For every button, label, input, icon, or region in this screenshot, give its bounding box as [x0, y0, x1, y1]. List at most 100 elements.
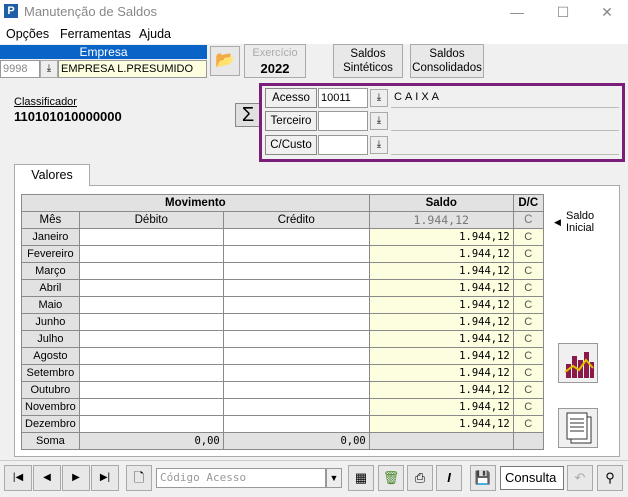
delete-button[interactable]: 🗑	[378, 465, 404, 491]
document-icon	[566, 412, 592, 444]
debito-cell[interactable]	[78, 245, 224, 263]
next-record-button[interactable]: ▶	[62, 465, 90, 491]
saldos-sinteticos-line2: Sintéticos	[343, 62, 393, 74]
debito-cell[interactable]	[78, 330, 224, 348]
soma-debito: 0,00	[78, 432, 224, 450]
tab-valores[interactable]: Valores	[14, 164, 90, 186]
saldo-cell: 1.944,12	[368, 415, 514, 433]
new-document-icon: 🗋	[133, 470, 145, 485]
credito-cell[interactable]	[222, 330, 370, 348]
classificador-label: Classificador	[14, 96, 77, 108]
download-arrow-icon: ⤓	[376, 92, 382, 103]
table-row: Outubro 1.944,12 C	[21, 381, 544, 399]
saldo-inicial-label: ◀ Saldo Inicial	[554, 210, 594, 234]
exercicio-box[interactable]: Exercício 2022	[244, 44, 306, 78]
saldo-cell: 1.944,12	[368, 279, 514, 297]
maximize-button[interactable]: ☐	[540, 0, 586, 24]
month-cell: Julho	[21, 330, 80, 348]
month-cell: Abril	[21, 279, 80, 297]
empresa-code-field[interactable]: 9998	[0, 60, 40, 78]
saldos-consolidados-line1: Saldos	[429, 48, 465, 60]
debito-cell[interactable]	[78, 381, 224, 399]
table-row: Fevereiro 1.944,12 C	[21, 245, 544, 263]
trash-icon: 🗑	[382, 470, 400, 485]
acesso-label: Acesso	[265, 88, 317, 108]
sigma-button[interactable]: Σ	[235, 103, 261, 127]
acesso-input[interactable]: 10011	[318, 88, 368, 108]
terceiro-input[interactable]	[318, 111, 368, 131]
download-arrow-icon: ⤓	[376, 139, 382, 150]
chart-button[interactable]	[558, 343, 598, 383]
terceiro-dropdown-button[interactable]: ⤓	[370, 112, 388, 130]
soma-dc	[512, 432, 544, 450]
custo-input[interactable]	[318, 135, 368, 155]
saldo-cell: 1.944,12	[368, 228, 514, 246]
debito-cell[interactable]	[78, 262, 224, 280]
close-button[interactable]: ✕	[584, 0, 628, 24]
credito-cell[interactable]	[222, 262, 370, 280]
codigo-acesso-dropdown[interactable]: ▼	[326, 468, 342, 488]
credito-cell[interactable]	[222, 296, 370, 314]
saldos-sinteticos-line1: Saldos	[350, 48, 386, 60]
credito-cell[interactable]	[222, 398, 370, 416]
new-record-button[interactable]: 🗋	[126, 465, 152, 491]
month-cell: Janeiro	[21, 228, 80, 246]
table-row: Março 1.944,12 C	[21, 262, 544, 280]
credito-cell[interactable]	[222, 279, 370, 297]
classificador-value: 110101010000000	[14, 109, 122, 124]
acesso-dropdown-button[interactable]: ⤓	[370, 89, 388, 107]
debito-cell[interactable]	[78, 296, 224, 314]
saldo-cell: 1.944,12	[368, 296, 514, 314]
chevron-down-icon: ▼	[329, 473, 339, 483]
saldo-cell: 1.944,12	[368, 347, 514, 365]
debito-cell[interactable]	[78, 415, 224, 433]
debito-cell[interactable]	[78, 347, 224, 365]
menu-ajuda[interactable]: Ajuda	[139, 27, 171, 41]
calculate-button[interactable]: ▦	[348, 465, 374, 491]
print-button[interactable]: ⎙	[407, 465, 433, 491]
last-record-button[interactable]: ▶|	[91, 465, 119, 491]
table-row: Novembro 1.944,12 C	[21, 398, 544, 416]
previous-record-button[interactable]: ◀	[33, 465, 61, 491]
debito-cell[interactable]	[78, 228, 224, 246]
debito-cell[interactable]	[78, 279, 224, 297]
saldo-cell: 1.944,12	[368, 398, 514, 416]
minimize-button[interactable]: —	[494, 0, 540, 24]
table-row: Agosto 1.944,12 C	[21, 347, 544, 365]
credito-cell[interactable]	[222, 245, 370, 263]
report-button[interactable]	[558, 408, 598, 448]
menu-ferramentas[interactable]: Ferramentas	[60, 27, 131, 41]
first-record-button[interactable]: |◀	[4, 465, 32, 491]
info-button[interactable]: I	[436, 465, 462, 491]
mes-header: Mês	[21, 211, 80, 229]
last-icon: ▶|	[99, 472, 111, 483]
credito-cell[interactable]	[222, 228, 370, 246]
dc-cell: C	[512, 245, 544, 263]
credito-cell[interactable]	[222, 364, 370, 382]
debito-cell[interactable]	[78, 313, 224, 331]
dc-cell: C	[512, 415, 544, 433]
table-row: Julho 1.944,12 C	[21, 330, 544, 348]
open-folder-button[interactable]: 📂	[210, 46, 240, 76]
saldos-consolidados-button[interactable]: Saldos Consolidados	[410, 44, 484, 78]
empresa-dropdown-button[interactable]: ⤓	[40, 60, 58, 78]
menu-opcoes[interactable]: Opções	[6, 27, 49, 41]
credito-cell[interactable]	[222, 347, 370, 365]
codigo-acesso-input[interactable]: Código Acesso	[156, 468, 326, 488]
terceiro-description	[391, 111, 619, 131]
credito-cell[interactable]	[222, 313, 370, 331]
saldos-sinteticos-button[interactable]: Saldos Sintéticos	[333, 44, 403, 78]
save-button[interactable]: 💾	[470, 465, 496, 491]
credito-cell[interactable]	[222, 381, 370, 399]
dc-cell: C	[512, 279, 544, 297]
credito-cell[interactable]	[222, 415, 370, 433]
search-button[interactable]: ⚲	[597, 465, 623, 491]
exercicio-value: 2022	[260, 61, 290, 76]
month-cell: Agosto	[21, 347, 80, 365]
window-title: Manutenção de Saldos	[24, 4, 157, 19]
undo-button[interactable]: ↶	[567, 465, 593, 491]
custo-dropdown-button[interactable]: ⤓	[370, 136, 388, 154]
credito-header: Crédito	[222, 211, 370, 229]
debito-cell[interactable]	[78, 364, 224, 382]
debito-cell[interactable]	[78, 398, 224, 416]
